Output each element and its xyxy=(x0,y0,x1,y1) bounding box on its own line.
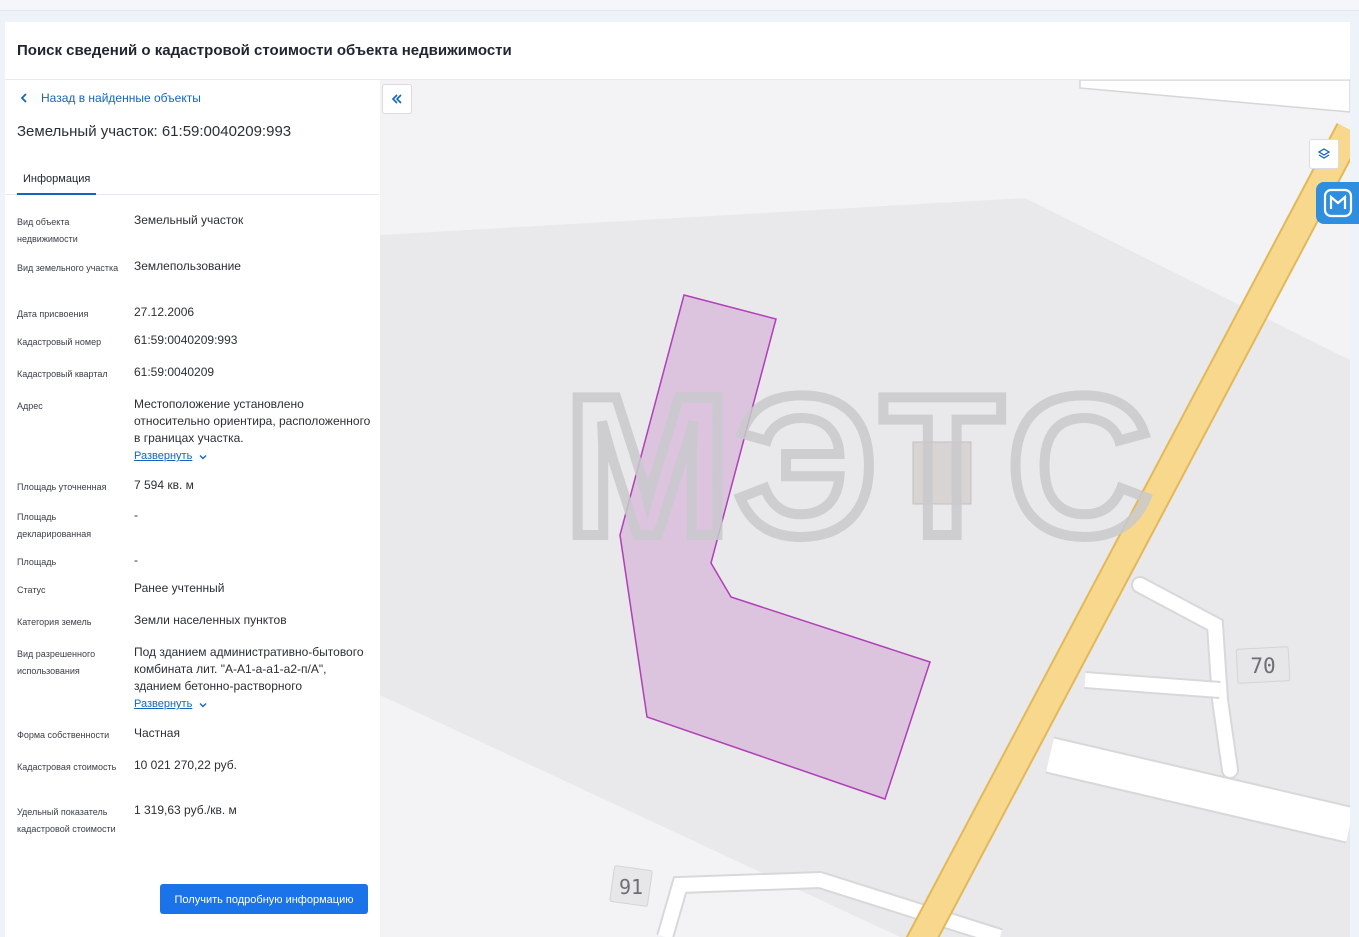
field-value: 1 319,63 руб./кв. м xyxy=(134,803,237,817)
expand-permitted-use-link[interactable]: Развернуть xyxy=(134,696,208,713)
expand-address-link[interactable]: Развернуть xyxy=(134,448,208,465)
field-value: Местоположение установлено относительно … xyxy=(134,397,371,445)
field-land-category: Категория земель Земли населенных пункто… xyxy=(17,612,373,632)
svg-text:91: 91 xyxy=(619,875,643,899)
tab-information[interactable]: Информация xyxy=(17,166,97,195)
help-chat-icon xyxy=(1323,188,1352,218)
field-value: 27.12.2006 xyxy=(134,305,195,319)
map-view[interactable]: 70 91 МЭТС xyxy=(380,80,1350,937)
field-value-wrap: Под зданием административно-бытового ком… xyxy=(134,644,374,713)
map-canvas[interactable]: 70 91 МЭТС xyxy=(380,80,1350,937)
field-label: Площадь xyxy=(17,557,57,567)
field-value-wrap: Местоположение установлено относительно … xyxy=(134,396,374,465)
field-status: Статус Ранее учтенный xyxy=(17,580,373,600)
field-value: Ранее учтенный xyxy=(134,581,225,595)
get-details-button[interactable]: Получить подробную информацию xyxy=(160,884,368,914)
field-label: Вид земельного участка xyxy=(17,263,119,273)
field-cadastral-value: Кадастровая стоимость 10 021 270,22 руб. xyxy=(17,757,373,793)
page-title: Поиск сведений о кадастровой стоимости о… xyxy=(17,42,512,59)
expand-label: Развернуть xyxy=(134,698,193,710)
house-number-91: 91 xyxy=(609,865,653,907)
field-value: Частная xyxy=(134,726,180,740)
field-label: Вид объекта недвижимости xyxy=(17,217,78,244)
field-value: 61:59:0040209 xyxy=(134,365,215,379)
double-chevron-left-icon xyxy=(391,94,402,104)
field-label: Кадастровый квартал xyxy=(17,369,108,379)
field-specific-value: Удельный показатель кадастровой стоимост… xyxy=(17,802,373,856)
help-chat-button[interactable] xyxy=(1316,182,1359,224)
field-cadastral-quarter: Кадастровый квартал 61:59:0040209 xyxy=(17,364,373,384)
field-value: 10 021 270,22 руб. xyxy=(134,758,237,772)
field-land-type: Вид земельного участка Землепользование xyxy=(17,258,373,294)
field-value: Земельный участок xyxy=(134,213,244,227)
chevron-left-icon xyxy=(20,93,27,103)
field-label: Удельный показатель кадастровой стоимост… xyxy=(17,807,116,834)
field-value: 7 594 кв. м xyxy=(134,478,194,492)
field-label: Категория земель xyxy=(17,617,92,627)
field-value: - xyxy=(134,508,138,522)
layers-icon xyxy=(1317,148,1331,159)
field-assign-date: Дата присвоения 27.12.2006 xyxy=(17,304,373,324)
back-link[interactable]: Назад в найденные объекты xyxy=(17,91,201,105)
back-link-label: Назад в найденные объекты xyxy=(41,91,201,105)
field-label: Кадастровый номер xyxy=(17,337,102,347)
house-number-70: 70 xyxy=(1235,646,1291,684)
field-label: Площадь декларированная xyxy=(17,512,92,539)
collapse-panel-button[interactable] xyxy=(382,84,412,114)
field-area-declared: Площадь декларированная - xyxy=(17,507,373,543)
field-label: Адрес xyxy=(17,401,43,411)
field-object-type: Вид объекта недвижимости Земельный участ… xyxy=(17,212,373,248)
svg-text:70: 70 xyxy=(1250,654,1275,678)
field-value: 61:59:0040209:993 xyxy=(134,333,238,347)
object-title: Земельный участок: 61:59:0040209:993 xyxy=(17,123,292,140)
field-value: Землепользование xyxy=(134,259,241,273)
field-label: Статус xyxy=(17,585,46,595)
field-value: Под зданием административно-бытового ком… xyxy=(134,645,364,693)
field-label: Кадастровая стоимость xyxy=(17,762,117,772)
field-ownership: Форма собственности Частная xyxy=(17,725,373,745)
field-area-specified: Площадь уточненная 7 594 кв. м xyxy=(17,477,373,497)
field-value: - xyxy=(134,553,138,567)
field-address: Адрес Местоположение установлено относит… xyxy=(17,396,373,468)
chevron-down-icon xyxy=(199,702,207,707)
expand-label: Развернуть xyxy=(134,450,193,462)
field-label: Вид разрешенного использования xyxy=(17,649,96,676)
top-bar xyxy=(0,0,1359,11)
main-card: Поиск сведений о кадастровой стоимости о… xyxy=(5,22,1350,937)
field-area: Площадь - xyxy=(17,552,373,572)
chevron-down-icon xyxy=(199,454,207,459)
field-label: Площадь уточненная xyxy=(17,482,107,492)
field-value: Земли населенных пунктов xyxy=(134,613,287,627)
map-watermark: МЭТС xyxy=(564,355,1156,578)
field-label: Форма собственности xyxy=(17,730,110,740)
layers-button[interactable] xyxy=(1309,139,1339,169)
field-permitted-use: Вид разрешенного использования Под здани… xyxy=(17,644,373,716)
tab-bar: Информация xyxy=(5,166,379,195)
field-label: Дата присвоения xyxy=(17,309,89,319)
field-cadastral-number: Кадастровый номер 61:59:0040209:993 xyxy=(17,332,373,352)
